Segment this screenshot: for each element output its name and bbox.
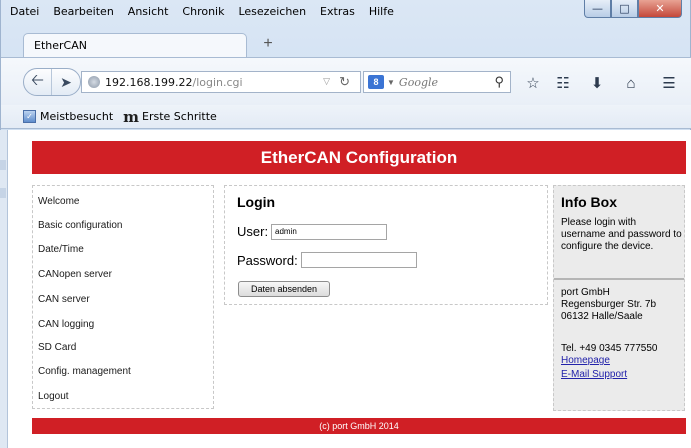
menu-lesezeichen[interactable]: Lesezeichen — [229, 0, 311, 20]
company-name: port GmbH — [561, 287, 610, 298]
menu-hilfe[interactable]: Hilfe — [360, 0, 399, 20]
chevron-down-icon[interactable]: ▼ — [387, 78, 395, 87]
window-controls: — □ ✕ — [584, 0, 682, 18]
reload-icon[interactable]: ↻ — [339, 74, 350, 90]
submit-button[interactable]: Daten absenden — [238, 281, 330, 297]
url-bar[interactable]: 192.168.199.22/login.cgi ▽ ↻ — [81, 71, 361, 93]
bookmark-star-icon[interactable]: ☆ — [523, 75, 543, 95]
google-engine-icon[interactable]: 8 — [368, 75, 384, 89]
login-title: Login — [237, 194, 276, 210]
web-page: EtherCAN Configuration Welcome Basic con… — [8, 131, 691, 448]
home-icon[interactable]: ⌂ — [621, 75, 641, 95]
password-input[interactable] — [301, 252, 417, 268]
menu-ansicht[interactable]: Ansicht — [119, 0, 174, 20]
bookmarks-library-icon[interactable]: ☷ — [553, 75, 573, 95]
city-address: 06132 Halle/Saale — [561, 311, 643, 322]
back-forward-group: 🡠 ➤ — [23, 68, 81, 96]
history-dropdown-icon[interactable]: ▽ — [323, 76, 330, 87]
new-tab-plus-icon[interactable]: + — [259, 35, 277, 53]
nav-sd-card[interactable]: SD Card — [38, 342, 76, 353]
nav-canopen-server[interactable]: CANopen server — [38, 269, 112, 280]
nav-logout[interactable]: Logout — [38, 391, 69, 402]
user-input[interactable]: admin — [271, 224, 387, 240]
tab-ethercan[interactable]: EtherCAN — [23, 33, 247, 57]
tab-strip: EtherCAN + — [1, 25, 691, 57]
search-bar[interactable]: 8 ▼ Google ⚲ — [363, 71, 511, 93]
download-arrow-icon[interactable]: ⬇ — [587, 75, 607, 95]
firefox-m-icon: m — [123, 107, 140, 126]
close-icon[interactable]: ✕ — [638, 0, 682, 18]
menu-chronik[interactable]: Chronik — [173, 0, 229, 20]
globe-icon — [88, 76, 100, 88]
url-path: /login.cgi — [192, 75, 243, 89]
nav-can-logging[interactable]: CAN logging — [38, 319, 94, 330]
nav-can-server[interactable]: CAN server — [38, 294, 90, 305]
minimize-icon[interactable]: — — [584, 0, 611, 18]
phone-number: Tel. +49 0345 777550 — [561, 343, 658, 354]
page-header: EtherCAN Configuration — [32, 141, 686, 174]
homepage-link[interactable]: Homepage — [561, 355, 610, 366]
page-footer: (c) port GmbH 2014 — [32, 418, 686, 434]
sidebar-nav: Welcome Basic configuration Date/Time CA… — [32, 185, 214, 409]
bookmark-erste-schritte[interactable]: m Erste Schritte — [123, 108, 217, 126]
nav-config-management[interactable]: Config. management — [38, 366, 131, 377]
bookmarks-toolbar: ✓ Meistbesucht m Erste Schritte — [1, 105, 691, 129]
menu-bar: Datei Bearbeiten Ansicht Chronik Lesezei… — [1, 0, 601, 20]
info-title: Info Box — [561, 194, 617, 210]
bookmark-meistbesucht[interactable]: ✓ Meistbesucht — [23, 110, 113, 123]
search-icon[interactable]: ⚲ — [494, 74, 504, 90]
menu-datei[interactable]: Datei — [1, 0, 44, 20]
forward-arrow-icon[interactable]: ➤ — [52, 69, 80, 95]
bookmark-label: Erste Schritte — [142, 110, 217, 123]
info-box: Info Box Please login with username and … — [553, 185, 685, 411]
email-support-link[interactable]: E-Mail Support — [561, 369, 627, 380]
street-address: Regensburger Str. 7b — [561, 299, 657, 310]
hamburger-menu-icon[interactable]: ☰ — [659, 75, 679, 95]
bookmark-label: Meistbesucht — [40, 110, 114, 123]
left-window-frame — [0, 130, 8, 448]
info-text: Please login with username and password … — [561, 217, 682, 252]
login-panel: Login User: admin Password: Daten absend… — [224, 185, 548, 305]
divider — [554, 278, 684, 280]
bookmark-folder-icon: ✓ — [23, 110, 36, 123]
nav-welcome[interactable]: Welcome — [38, 196, 80, 207]
menu-extras[interactable]: Extras — [311, 0, 360, 20]
search-placeholder: Google — [398, 75, 439, 89]
url-host: 192.168.199.22 — [105, 75, 193, 89]
maximize-icon[interactable]: □ — [611, 0, 638, 18]
browser-chrome: Datei Bearbeiten Ansicht Chronik Lesezei… — [0, 0, 691, 130]
password-label: Password: — [237, 253, 298, 268]
menu-bearbeiten[interactable]: Bearbeiten — [44, 0, 118, 20]
navigation-toolbar: 🡠 ➤ 192.168.199.22/login.cgi ▽ ↻ 8 ▼ Goo… — [1, 57, 691, 105]
user-label: User: — [237, 224, 269, 239]
nav-date-time[interactable]: Date/Time — [38, 244, 84, 255]
back-arrow-icon[interactable]: 🡠 — [24, 69, 52, 95]
nav-basic-configuration[interactable]: Basic configuration — [38, 220, 123, 231]
